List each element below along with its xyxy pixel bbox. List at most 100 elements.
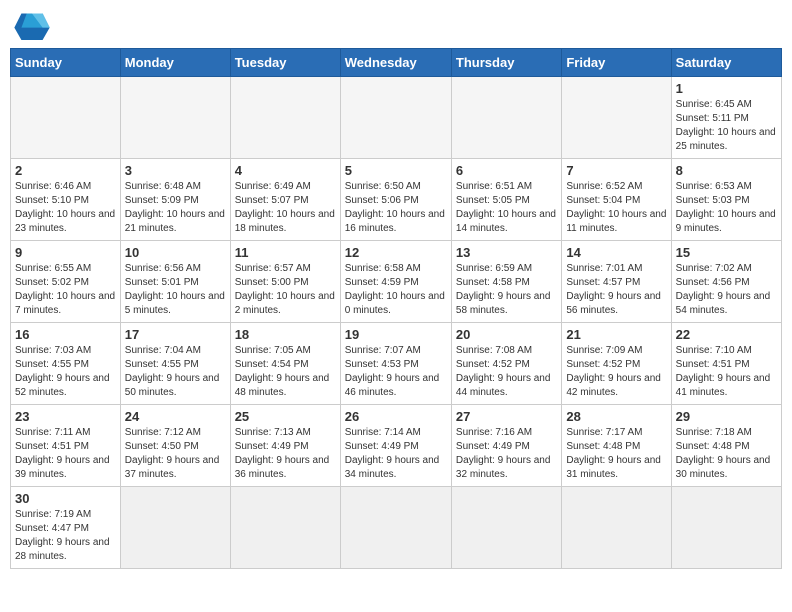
day-info: Sunrise: 7:02 AM Sunset: 4:56 PM Dayligh… (676, 262, 777, 318)
day-info: Sunrise: 6:49 AM Sunset: 5:07 PM Dayligh… (235, 180, 336, 236)
calendar-cell: 12 Sunrise: 6:58 AM Sunset: 4:59 PM Dayli… (340, 241, 451, 323)
day-info: Sunrise: 7:18 AM Sunset: 4:48 PM Dayligh… (676, 426, 777, 482)
day-number: 14 (566, 245, 666, 260)
logo-icon (14, 10, 50, 40)
calendar-week-row: 23Sunrise: 7:11 AM Sunset: 4:51 PM Dayli… (11, 405, 782, 487)
calendar-cell: 14 Sunrise: 7:01 AM Sunset: 4:57 PM Dayli… (562, 241, 671, 323)
logo (14, 10, 54, 40)
calendar-cell: 22Sunrise: 7:10 AM Sunset: 4:51 PM Dayli… (671, 323, 781, 405)
calendar-cell: 18 Sunrise: 7:05 AM Sunset: 4:54 PM Dayli… (230, 323, 340, 405)
day-number: 29 (676, 409, 777, 424)
calendar-cell: 5 Sunrise: 6:50 AM Sunset: 5:06 PM Daylig… (340, 159, 451, 241)
calendar-cell: 20 Sunrise: 7:08 AM Sunset: 4:52 PM Dayli… (451, 323, 561, 405)
day-number: 28 (566, 409, 666, 424)
calendar-cell: 15 Sunrise: 7:02 AM Sunset: 4:56 PM Dayli… (671, 241, 781, 323)
calendar-cell: 10Sunrise: 6:56 AM Sunset: 5:01 PM Dayli… (120, 241, 230, 323)
day-info: Sunrise: 6:56 AM Sunset: 5:01 PM Dayligh… (125, 262, 226, 318)
day-number: 2 (15, 163, 116, 178)
calendar-header-thursday: Thursday (451, 49, 561, 77)
calendar-header-tuesday: Tuesday (230, 49, 340, 77)
calendar-cell: 11 Sunrise: 6:57 AM Sunset: 5:00 PM Dayli… (230, 241, 340, 323)
calendar-cell: 27Sunrise: 7:16 AM Sunset: 4:49 PM Dayli… (451, 405, 561, 487)
day-info: Sunrise: 6:57 AM Sunset: 5:00 PM Dayligh… (235, 262, 336, 318)
calendar-cell: 17 Sunrise: 7:04 AM Sunset: 4:55 PM Dayli… (120, 323, 230, 405)
calendar-cell: 7Sunrise: 6:52 AM Sunset: 5:04 PM Daylig… (562, 159, 671, 241)
calendar-header-friday: Friday (562, 49, 671, 77)
calendar-cell: 16Sunrise: 7:03 AM Sunset: 4:55 PM Dayli… (11, 323, 121, 405)
calendar-week-row: 9Sunrise: 6:55 AM Sunset: 5:02 PM Daylig… (11, 241, 782, 323)
day-number: 11 (235, 245, 336, 260)
day-info: Sunrise: 7:19 AM Sunset: 4:47 PM Dayligh… (15, 508, 116, 564)
day-info: Sunrise: 6:58 AM Sunset: 4:59 PM Dayligh… (345, 262, 447, 318)
day-number: 6 (456, 163, 557, 178)
calendar-table: SundayMondayTuesdayWednesdayThursdayFrid… (10, 48, 782, 569)
calendar-cell: 24Sunrise: 7:12 AM Sunset: 4:50 PM Dayli… (120, 405, 230, 487)
page-header (10, 10, 782, 40)
calendar-week-row: 30 Sunrise: 7:19 AM Sunset: 4:47 PM Dayli… (11, 487, 782, 569)
day-info: Sunrise: 7:08 AM Sunset: 4:52 PM Dayligh… (456, 344, 557, 400)
day-number: 4 (235, 163, 336, 178)
day-number: 1 (676, 81, 777, 96)
day-info: Sunrise: 6:48 AM Sunset: 5:09 PM Dayligh… (125, 180, 226, 236)
calendar-cell: 23Sunrise: 7:11 AM Sunset: 4:51 PM Dayli… (11, 405, 121, 487)
day-info: Sunrise: 6:59 AM Sunset: 4:58 PM Dayligh… (456, 262, 557, 318)
day-number: 18 (235, 327, 336, 342)
calendar-header-wednesday: Wednesday (340, 49, 451, 77)
day-number: 5 (345, 163, 447, 178)
calendar-cell (451, 487, 561, 569)
calendar-header-monday: Monday (120, 49, 230, 77)
calendar-cell: 2 Sunrise: 6:46 AM Sunset: 5:10 PM Daylig… (11, 159, 121, 241)
calendar-cell: 13 Sunrise: 6:59 AM Sunset: 4:58 PM Dayli… (451, 241, 561, 323)
day-number: 26 (345, 409, 447, 424)
day-number: 30 (15, 491, 116, 506)
calendar-cell (562, 487, 671, 569)
day-number: 17 (125, 327, 226, 342)
day-info: Sunrise: 7:13 AM Sunset: 4:49 PM Dayligh… (235, 426, 336, 482)
day-info: Sunrise: 7:04 AM Sunset: 4:55 PM Dayligh… (125, 344, 226, 400)
day-number: 23 (15, 409, 116, 424)
day-number: 25 (235, 409, 336, 424)
day-number: 13 (456, 245, 557, 260)
day-info: Sunrise: 6:46 AM Sunset: 5:10 PM Dayligh… (15, 180, 116, 236)
calendar-cell: 28 Sunrise: 7:17 AM Sunset: 4:48 PM Dayli… (562, 405, 671, 487)
day-info: Sunrise: 6:50 AM Sunset: 5:06 PM Dayligh… (345, 180, 447, 236)
calendar-cell: 8Sunrise: 6:53 AM Sunset: 5:03 PM Daylig… (671, 159, 781, 241)
calendar-cell: 4 Sunrise: 6:49 AM Sunset: 5:07 PM Daylig… (230, 159, 340, 241)
day-number: 3 (125, 163, 226, 178)
calendar-cell (562, 77, 671, 159)
calendar-cell: 25 Sunrise: 7:13 AM Sunset: 4:49 PM Dayli… (230, 405, 340, 487)
day-info: Sunrise: 6:55 AM Sunset: 5:02 PM Dayligh… (15, 262, 116, 318)
day-number: 27 (456, 409, 557, 424)
day-number: 7 (566, 163, 666, 178)
calendar-cell: 29 Sunrise: 7:18 AM Sunset: 4:48 PM Dayli… (671, 405, 781, 487)
calendar-header-sunday: Sunday (11, 49, 121, 77)
day-number: 12 (345, 245, 447, 260)
calendar-cell: 1 Sunrise: 6:45 AM Sunset: 5:11 PM Daylig… (671, 77, 781, 159)
calendar-cell (120, 77, 230, 159)
day-number: 20 (456, 327, 557, 342)
day-number: 16 (15, 327, 116, 342)
calendar-cell: 21Sunrise: 7:09 AM Sunset: 4:52 PM Dayli… (562, 323, 671, 405)
calendar-cell (451, 77, 561, 159)
calendar-cell (230, 487, 340, 569)
day-info: Sunrise: 7:01 AM Sunset: 4:57 PM Dayligh… (566, 262, 666, 318)
day-info: Sunrise: 7:17 AM Sunset: 4:48 PM Dayligh… (566, 426, 666, 482)
calendar-week-row: 2 Sunrise: 6:46 AM Sunset: 5:10 PM Daylig… (11, 159, 782, 241)
calendar-cell (230, 77, 340, 159)
day-info: Sunrise: 7:05 AM Sunset: 4:54 PM Dayligh… (235, 344, 336, 400)
calendar-cell: 30 Sunrise: 7:19 AM Sunset: 4:47 PM Dayli… (11, 487, 121, 569)
calendar-week-row: 16Sunrise: 7:03 AM Sunset: 4:55 PM Dayli… (11, 323, 782, 405)
calendar-cell: 26 Sunrise: 7:14 AM Sunset: 4:49 PM Dayli… (340, 405, 451, 487)
day-number: 15 (676, 245, 777, 260)
calendar-cell (340, 487, 451, 569)
day-info: Sunrise: 7:10 AM Sunset: 4:51 PM Dayligh… (676, 344, 777, 400)
calendar-cell: 3 Sunrise: 6:48 AM Sunset: 5:09 PM Daylig… (120, 159, 230, 241)
day-info: Sunrise: 7:07 AM Sunset: 4:53 PM Dayligh… (345, 344, 447, 400)
day-number: 24 (125, 409, 226, 424)
calendar-cell (671, 487, 781, 569)
calendar-cell: 6Sunrise: 6:51 AM Sunset: 5:05 PM Daylig… (451, 159, 561, 241)
day-info: Sunrise: 6:45 AM Sunset: 5:11 PM Dayligh… (676, 98, 777, 154)
day-number: 19 (345, 327, 447, 342)
day-info: Sunrise: 7:09 AM Sunset: 4:52 PM Dayligh… (566, 344, 666, 400)
day-info: Sunrise: 7:14 AM Sunset: 4:49 PM Dayligh… (345, 426, 447, 482)
